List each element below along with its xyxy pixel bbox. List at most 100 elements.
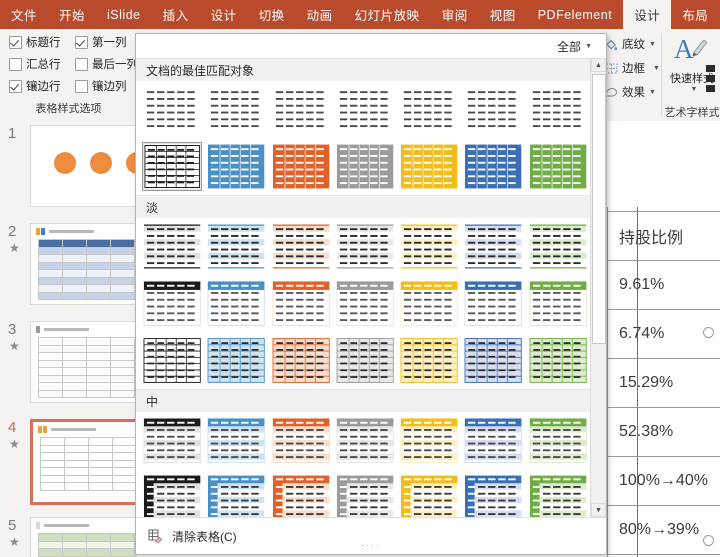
slide-preview-1[interactable] bbox=[30, 125, 137, 207]
gallery-style-swatch-selected[interactable] bbox=[142, 142, 203, 191]
gallery-style-swatch-r1-c4[interactable] bbox=[399, 142, 459, 191]
gallery-style-swatch-r5-c2[interactable] bbox=[271, 416, 331, 465]
chevron-down-icon-borders[interactable]: ▼ bbox=[653, 65, 660, 72]
borders-button[interactable]: 边框 ▼ bbox=[604, 56, 660, 80]
gallery-style-swatch-r6-c6[interactable] bbox=[528, 473, 588, 517]
table-cell-4[interactable]: 52.38% bbox=[597, 407, 720, 457]
checkbox-banded-columns[interactable]: 镶边列 bbox=[68, 78, 134, 94]
checkbox-box-banded-rows[interactable] bbox=[9, 79, 22, 93]
ribbon-tab-1[interactable]: 开始 bbox=[48, 0, 96, 29]
gallery-style-swatch-r3-c5[interactable] bbox=[463, 279, 523, 328]
scrollbar-track[interactable] bbox=[591, 72, 606, 503]
checkbox-box-total-row[interactable] bbox=[9, 57, 22, 71]
table-cell-1[interactable]: 9.61% bbox=[597, 260, 720, 310]
slide-preview-3[interactable] bbox=[30, 321, 137, 403]
table-styles-gallery-dropdown[interactable]: 全部 ▼ 文档的最佳匹配对象 淡 中 ▲ ▼ 清除表格(C) ···· bbox=[135, 33, 607, 555]
gallery-style-swatch-r4-c4[interactable] bbox=[399, 336, 459, 385]
gallery-style-swatch-r4-c1[interactable] bbox=[206, 336, 266, 385]
gallery-style-swatch-r6-c4[interactable] bbox=[399, 473, 459, 517]
checkbox-header-row[interactable]: 标题行 bbox=[2, 34, 68, 50]
slide-thumb-4[interactable]: 4 ★ bbox=[0, 415, 137, 513]
gallery-style-swatch-r5-c5[interactable] bbox=[463, 416, 523, 465]
gallery-style-list[interactable]: 文档的最佳匹配对象 淡 中 bbox=[136, 58, 590, 517]
gallery-style-swatch-r3-c2[interactable] bbox=[271, 279, 331, 328]
table-cell-6[interactable]: 80%→39% bbox=[597, 505, 720, 555]
gallery-style-swatch-r4-c3[interactable] bbox=[335, 336, 395, 385]
ribbon-tab-8[interactable]: 审阅 bbox=[431, 0, 479, 29]
gallery-filter-dropdown[interactable]: 全部 ▼ bbox=[557, 38, 592, 55]
gallery-style-swatch-r0-c1[interactable] bbox=[206, 85, 266, 134]
gallery-style-swatch-r4-c5[interactable] bbox=[463, 336, 523, 385]
ribbon-tab-4[interactable]: 设计 bbox=[200, 0, 248, 29]
checkbox-box-last-column[interactable] bbox=[75, 57, 88, 71]
checkbox-box-banded-columns[interactable] bbox=[75, 79, 88, 93]
wordart-swatch-3[interactable] bbox=[706, 85, 715, 92]
slide-thumb-5[interactable]: 5 ★ bbox=[0, 513, 137, 557]
effects-button[interactable]: 效果 ▼ bbox=[604, 80, 660, 104]
gallery-style-swatch-r6-c5[interactable] bbox=[463, 473, 523, 517]
scrollbar-thumb[interactable] bbox=[592, 74, 606, 344]
table-cell-0[interactable]: 持股比例 bbox=[597, 211, 720, 261]
table-cell-3[interactable]: 15.29% bbox=[597, 358, 720, 408]
gallery-style-swatch-r6-c0[interactable] bbox=[142, 473, 202, 517]
gallery-style-swatch-r0-c0[interactable] bbox=[142, 85, 202, 134]
wordart-swatch-2[interactable] bbox=[706, 75, 715, 82]
wordart-swatch-1[interactable] bbox=[706, 65, 715, 72]
gallery-style-swatch-r3-c4[interactable] bbox=[399, 279, 459, 328]
gallery-style-swatch-r5-c6[interactable] bbox=[528, 416, 588, 465]
clear-table-label[interactable]: 清除表格(C) bbox=[172, 528, 237, 545]
slide-preview-4-selected[interactable] bbox=[30, 419, 137, 505]
wordart-A-icon[interactable]: A bbox=[664, 34, 720, 69]
gallery-style-swatch-r4-c6[interactable] bbox=[528, 336, 588, 385]
gallery-style-swatch-r0-c2[interactable] bbox=[271, 85, 331, 134]
gallery-style-swatch-r3-c3[interactable] bbox=[335, 279, 395, 328]
ribbon-tab-10[interactable]: PDFelement bbox=[527, 0, 623, 29]
ribbon-tab-2[interactable]: iSlide bbox=[96, 0, 152, 29]
gallery-scrollbar[interactable]: ▲ ▼ bbox=[590, 58, 606, 517]
gallery-style-swatch-r4-c2[interactable] bbox=[271, 336, 331, 385]
slide-preview-2[interactable] bbox=[30, 223, 137, 305]
shading-button[interactable]: 底纹 ▼ bbox=[604, 32, 660, 56]
table-cell-5[interactable]: 100%→40% bbox=[597, 456, 720, 506]
slide-thumb-3[interactable]: 3 ★ bbox=[0, 317, 137, 415]
gallery-style-swatch-r2-c4[interactable] bbox=[399, 222, 459, 271]
gallery-style-swatch-r2-c1[interactable] bbox=[206, 222, 266, 271]
gallery-style-swatch-r1-c1[interactable] bbox=[206, 142, 266, 191]
wordart-swatch-stack[interactable] bbox=[706, 65, 715, 95]
table-cell-2[interactable]: 6.74% bbox=[597, 309, 720, 359]
gallery-style-swatch-r0-c4[interactable] bbox=[399, 85, 459, 134]
gallery-style-swatch-r5-c3[interactable] bbox=[335, 416, 395, 465]
gallery-style-swatch-r1-c6[interactable] bbox=[528, 142, 588, 191]
chevron-down-icon-shading[interactable]: ▼ bbox=[649, 41, 656, 48]
ribbon-tab-0[interactable]: 文件 bbox=[0, 0, 48, 29]
gallery-style-swatch-r3-c1[interactable] bbox=[206, 279, 266, 328]
gallery-style-swatch-r2-c0[interactable] bbox=[142, 222, 202, 271]
ribbon-tab-7[interactable]: 幻灯片放映 bbox=[344, 0, 431, 29]
gallery-style-swatch-r2-c6[interactable] bbox=[528, 222, 588, 271]
gallery-style-swatch-r1-c3[interactable] bbox=[335, 142, 395, 191]
checkbox-banded-rows[interactable]: 镶边行 bbox=[2, 78, 68, 94]
checkbox-box-first-column[interactable] bbox=[75, 35, 88, 49]
gallery-style-swatch-r6-c1[interactable] bbox=[206, 473, 266, 517]
chevron-down-icon-filter[interactable]: ▼ bbox=[585, 43, 592, 50]
slide-thumb-1[interactable]: 1 bbox=[0, 121, 137, 219]
ribbon-tab-5[interactable]: 切换 bbox=[248, 0, 296, 29]
resize-grip[interactable]: ···· bbox=[361, 540, 381, 550]
slide-thumb-2[interactable]: 2 ★ bbox=[0, 219, 137, 317]
triangle-down-icon[interactable]: ▼ bbox=[591, 503, 606, 517]
checkbox-box-header-row[interactable] bbox=[9, 35, 22, 49]
ribbon-tab-9[interactable]: 视图 bbox=[479, 0, 527, 29]
checkbox-last-column[interactable]: 最后一列 bbox=[68, 56, 138, 72]
checkbox-total-row[interactable]: 汇总行 bbox=[2, 56, 68, 72]
ribbon-tab-3[interactable]: 插入 bbox=[152, 0, 200, 29]
gallery-style-swatch-r0-c6[interactable] bbox=[528, 85, 588, 134]
gallery-style-swatch-r3-c0[interactable] bbox=[142, 279, 202, 328]
gallery-style-swatch-r1-c2[interactable] bbox=[271, 142, 331, 191]
ribbon-tab-design[interactable]: 设计 bbox=[623, 0, 672, 29]
chevron-down-icon-effects[interactable]: ▼ bbox=[649, 89, 656, 96]
slide-data-table[interactable]: 持股比例 9.61% 6.74% 15.29% 52.38% 100%→40% … bbox=[597, 211, 720, 557]
gallery-style-swatch-r6-c3[interactable] bbox=[335, 473, 395, 517]
gallery-style-swatch-r3-c6[interactable] bbox=[528, 279, 588, 328]
gallery-style-swatch-r2-c3[interactable] bbox=[335, 222, 395, 271]
slide-thumbnail-pane[interactable]: 1 2 ★ 3 ★ 4 ★ 5 ★ bbox=[0, 121, 138, 557]
